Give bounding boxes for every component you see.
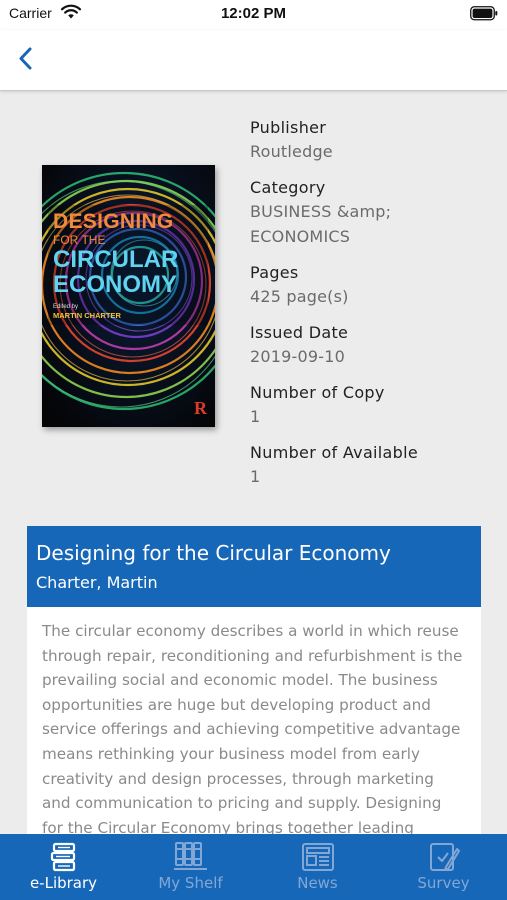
detail-label: Number of Available: [250, 443, 418, 462]
detail-value: 1: [250, 467, 261, 486]
cover-title-line: ECONOMY: [53, 271, 178, 298]
cover-editor: MARTIN CHARTER: [53, 311, 121, 320]
tab-news[interactable]: News: [254, 834, 381, 900]
tab-my-shelf[interactable]: My Shelf: [127, 834, 254, 900]
cover-title: DESIGNING FOR THE CIRCULAR ECONOMY Edite…: [53, 210, 213, 321]
detail-value: 1: [250, 407, 261, 426]
battery-icon: [470, 6, 498, 25]
clock: 12:02 PM: [220, 5, 287, 22]
detail-label: Issued Date: [250, 323, 349, 342]
tab-label: e-Library: [29, 874, 98, 892]
detail-label: Category: [250, 178, 326, 197]
tab-e-library[interactable]: e-Library: [0, 834, 127, 900]
detail-label: Number of Copy: [250, 383, 385, 402]
book-author: Charter, Martin: [36, 573, 158, 592]
book-title-header: Designing for the Circular Economy Chart…: [27, 526, 481, 607]
tab-survey[interactable]: Survey: [380, 834, 507, 900]
newspaper-icon: [254, 841, 381, 875]
tab-label: My Shelf: [158, 874, 223, 892]
book-description-panel[interactable]: The circular economy describes a world i…: [27, 607, 481, 861]
cover-title-line: FOR THE: [53, 233, 106, 247]
books-stack-icon: [0, 841, 127, 875]
tab-label: News: [297, 874, 338, 892]
book-cover-image: DESIGNING FOR THE CIRCULAR ECONOMY Edite…: [42, 165, 215, 427]
cover-title-line: CIRCULAR: [53, 246, 179, 273]
detail-category: Category BUSINESS &amp; ECONOMICS: [250, 177, 490, 249]
book-description: The circular economy describes a world i…: [42, 622, 463, 861]
navigation-bar: [0, 30, 507, 91]
detail-issued-date: Issued Date 2019-09-10: [250, 322, 490, 369]
bookshelf-icon: [127, 841, 254, 875]
detail-value: Routledge: [250, 142, 333, 161]
detail-label: Pages: [250, 263, 299, 282]
book-info-card: Designing for the Circular Economy Chart…: [27, 526, 481, 861]
back-button[interactable]: [12, 44, 42, 74]
detail-number-of-copy: Number of Copy 1: [250, 382, 490, 429]
survey-pencil-icon: [380, 841, 507, 875]
book-title: Designing for the Circular Economy: [36, 541, 391, 565]
tab-bar: e-Library My Shelf News Survey: [0, 834, 507, 900]
detail-number-of-available: Number of Available 1: [250, 442, 490, 489]
detail-pages: Pages 425 page(s): [250, 262, 490, 309]
cover-edited-by: Edited by: [53, 304, 79, 310]
cover-title-line: DESIGNING: [53, 210, 174, 233]
book-details: Publisher Routledge Category BUSINESS &a…: [250, 117, 490, 502]
publisher-logo: R: [194, 398, 207, 418]
chevron-left-icon: [19, 47, 32, 70]
detail-label: Publisher: [250, 118, 327, 137]
detail-value: 425 page(s): [250, 287, 349, 306]
detail-publisher: Publisher Routledge: [250, 117, 490, 164]
detail-value: BUSINESS &amp; ECONOMICS: [250, 202, 392, 246]
detail-value: 2019-09-10: [250, 347, 345, 366]
status-bar: Carrier 12:02 PM: [0, 0, 507, 30]
tab-label: Survey: [417, 874, 470, 892]
